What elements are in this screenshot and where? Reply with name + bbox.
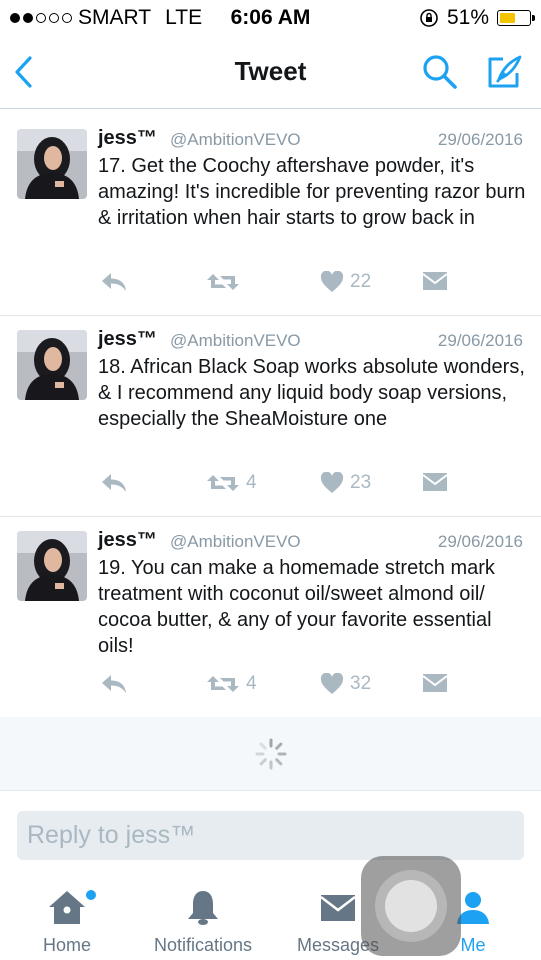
tweet-text: 19. You can make a homemade stretch mark… xyxy=(98,557,495,657)
compose-icon xyxy=(488,55,522,88)
retweet-icon xyxy=(207,475,239,491)
author-handle[interactable]: @AmbitionVEVO xyxy=(170,532,301,552)
retweet-count: 4 xyxy=(246,472,257,493)
envelope-icon xyxy=(320,895,356,921)
reply-button[interactable] xyxy=(100,673,128,695)
direct-message-button[interactable] xyxy=(422,673,448,693)
like-button[interactable]: 32 xyxy=(320,673,371,695)
tweet[interactable]: jess™ @AmbitionVEVO 29/06/2016 19. You c… xyxy=(0,517,541,718)
retweet-button[interactable]: 4 xyxy=(206,673,257,695)
envelope-icon xyxy=(422,473,448,491)
heart-icon xyxy=(320,673,344,694)
tweet-text: 18. African Black Soap works absolute wo… xyxy=(98,356,525,430)
author-name[interactable]: jess™ xyxy=(98,529,157,552)
loading-area xyxy=(0,717,541,791)
author-name[interactable]: jess™ xyxy=(98,127,157,150)
unread-indicator xyxy=(86,890,96,900)
direct-message-button[interactable] xyxy=(422,472,448,492)
search-button[interactable] xyxy=(418,50,462,94)
envelope-icon xyxy=(422,674,448,692)
tweet-actions: 22 xyxy=(98,271,458,301)
reply-icon xyxy=(102,273,126,291)
like-button[interactable]: 22 xyxy=(320,271,371,293)
tab-label: Notifications xyxy=(153,935,253,955)
heart-icon xyxy=(320,472,344,493)
assistive-touch-button[interactable] xyxy=(361,856,461,956)
retweet-button[interactable] xyxy=(206,271,246,293)
avatar[interactable] xyxy=(17,330,87,400)
direct-message-button[interactable] xyxy=(422,271,448,291)
reply-input[interactable]: Reply to jess™ xyxy=(17,811,524,860)
avatar[interactable] xyxy=(17,531,87,601)
compose-button[interactable] xyxy=(482,50,526,94)
spinner-icon xyxy=(255,738,287,770)
bell-icon xyxy=(188,891,218,925)
tweet-actions: 4 23 xyxy=(98,472,458,502)
reply-icon xyxy=(102,675,126,693)
author-name[interactable]: jess™ xyxy=(98,328,157,351)
like-button[interactable]: 23 xyxy=(320,472,371,494)
reply-icon xyxy=(102,474,126,492)
tweet[interactable]: jess™ @AmbitionVEVO 29/06/2016 18. Afric… xyxy=(0,316,541,517)
retweet-icon xyxy=(207,676,239,692)
battery-icon xyxy=(497,10,535,26)
reply-button[interactable] xyxy=(100,472,128,494)
reply-button[interactable] xyxy=(100,271,128,293)
tab-label: Home xyxy=(42,935,91,955)
heart-icon xyxy=(320,271,344,292)
tab-notifications[interactable]: Notifications xyxy=(142,878,264,956)
author-handle[interactable]: @AmbitionVEVO xyxy=(170,331,301,351)
tweet-date: 29/06/2016 xyxy=(437,130,523,149)
home-icon xyxy=(49,891,85,924)
tab-home[interactable]: Home xyxy=(26,878,108,956)
author-handle[interactable]: @AmbitionVEVO xyxy=(170,130,301,150)
like-count: 32 xyxy=(350,673,372,694)
status-bar: SMART LTE 6:06 AM 51% xyxy=(0,0,541,36)
retweet-icon xyxy=(207,274,239,290)
tweet[interactable]: jess™ @AmbitionVEVO 29/06/2016 17. Get t… xyxy=(0,115,541,316)
search-icon xyxy=(423,55,457,89)
tweet-date: 29/06/2016 xyxy=(437,532,523,551)
like-count: 23 xyxy=(350,472,372,493)
envelope-icon xyxy=(422,272,448,290)
navigation-bar: Tweet xyxy=(0,36,541,109)
tweet-actions: 4 32 xyxy=(98,673,458,703)
retweet-count: 4 xyxy=(246,673,257,694)
orientation-lock-icon xyxy=(420,9,438,27)
like-count: 22 xyxy=(350,271,372,292)
battery-percent: 51% xyxy=(446,6,489,29)
avatar[interactable] xyxy=(17,129,87,199)
tweet-date: 29/06/2016 xyxy=(437,331,523,350)
retweet-button[interactable]: 4 xyxy=(206,472,257,494)
tweet-text: 17. Get the Coochy aftershave powder, it… xyxy=(98,155,526,229)
